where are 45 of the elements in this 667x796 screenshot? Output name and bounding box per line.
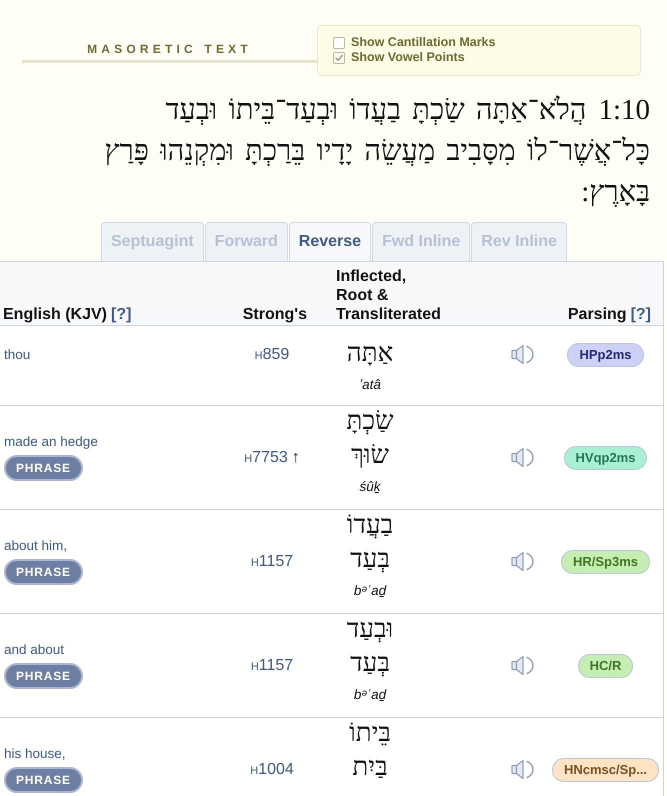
parsing-badge[interactable]: HVqp2ms (564, 446, 648, 470)
help-link[interactable]: [?] (111, 306, 132, 323)
transliteration: śûḵ (359, 478, 380, 496)
english-text: thou (4, 346, 30, 362)
column-header: English (KJV) (3, 306, 108, 323)
strongs-link[interactable]: H1157 (250, 552, 294, 570)
parsing-badge[interactable]: HPp2ms (567, 342, 644, 366)
section-title: MASORETIC TEXT (87, 42, 252, 56)
strongs-link[interactable]: H859 (254, 346, 290, 364)
parsing-badge[interactable]: HNcmsc/Sp... (552, 758, 660, 782)
inflected-word: בֵּיתוֹ (349, 717, 391, 749)
root-word: בַּיִת (352, 751, 388, 783)
checkbox[interactable] (333, 52, 345, 64)
strongs-link[interactable]: H7753 (244, 448, 288, 466)
root-word: אַתָּה (346, 337, 394, 369)
transliteration: ʼatâ (359, 376, 381, 394)
english-text: about him, (4, 538, 68, 554)
transliteration: bᵊʿaḏ (354, 582, 386, 600)
english-text: his house, (4, 746, 66, 762)
help-link[interactable]: [?] (630, 306, 651, 323)
parsing-badge[interactable]: HC/R (578, 654, 634, 678)
strongs-link[interactable]: H1004 (250, 760, 294, 778)
checkbox[interactable] (333, 36, 345, 48)
column-header: Inflected, Root & Transliterated (336, 267, 442, 324)
option-label[interactable]: Show Vowel Points (351, 50, 465, 65)
transliteration: bᵊʿaḏ (354, 686, 386, 704)
phrase-button[interactable]: PHRASE (4, 455, 83, 481)
english-text: made an hedge (4, 434, 98, 450)
column-header: Parsing (568, 306, 627, 323)
phrase-button[interactable]: PHRASE (4, 767, 83, 793)
root-word: בְּעַד (350, 543, 390, 575)
strongs-link[interactable]: H1157 (250, 656, 294, 674)
inflected-word: בַעֲדוֹ (346, 509, 394, 541)
tab[interactable]: Reverse (288, 222, 372, 261)
phrase-button[interactable]: PHRASE (4, 663, 83, 689)
inflected-word: וּבְעַד (346, 613, 394, 645)
phrase-button[interactable]: PHRASE (4, 559, 83, 585)
root-word: בְּעַד (350, 647, 390, 679)
column-header: Strong's (242, 306, 307, 323)
root-word: שׂוּךְ (351, 439, 389, 471)
english-text: and about (4, 642, 64, 658)
inflected-word: שַׂכְתָּ (346, 405, 394, 437)
option-label[interactable]: Show Cantillation Marks (351, 35, 496, 50)
parsing-badge[interactable]: HR/Sp3ms (560, 550, 650, 574)
up-arrow-icon: ↑ (292, 448, 300, 466)
